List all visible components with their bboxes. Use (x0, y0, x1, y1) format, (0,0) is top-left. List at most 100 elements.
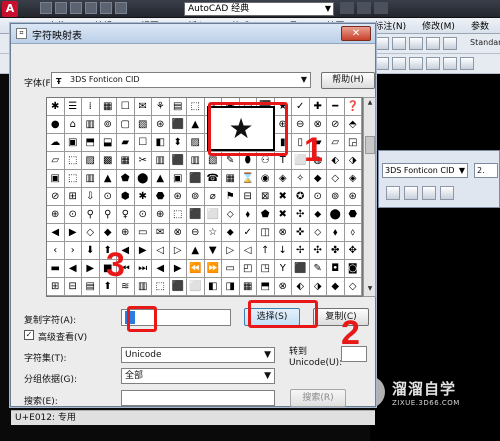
toolbar-button-icon[interactable] (392, 37, 406, 50)
glyph-cell[interactable]: ⬛ (169, 116, 187, 134)
glyph-cell[interactable]: ⊗ (274, 224, 292, 242)
glyph-cell[interactable]: ▲ (99, 170, 117, 188)
glyph-cell[interactable]: Y (274, 260, 292, 278)
glyph-cell[interactable]: ⏩ (204, 260, 222, 278)
glyph-cell[interactable]: ▥ (82, 116, 100, 134)
glyph-cell[interactable]: ⊚ (327, 188, 345, 206)
glyph-cell[interactable]: ▦ (117, 152, 135, 170)
glyph-cell[interactable]: ⬛ (292, 260, 310, 278)
glyph-cell[interactable]: ⬖ (292, 278, 310, 296)
glyph-cell[interactable]: ✓ (292, 98, 310, 116)
glyph-cell[interactable]: ▦ (222, 170, 240, 188)
glyph-cell[interactable]: ▣ (47, 170, 65, 188)
glyph-cell[interactable]: ⬨ (344, 224, 362, 242)
glyph-cell[interactable]: ⬛ (169, 278, 187, 296)
glyph-cell[interactable]: ⊙ (134, 206, 152, 224)
glyph-cell[interactable]: ▶ (82, 260, 100, 278)
glyph-cell[interactable]: ⬛ (187, 170, 205, 188)
glyph-cell[interactable]: ⊕ (47, 206, 65, 224)
glyph-cell[interactable]: ▥ (82, 170, 100, 188)
glyph-cell[interactable]: ⊛ (344, 188, 362, 206)
glyph-cell[interactable]: ◇ (82, 224, 100, 242)
glyph-cell[interactable]: ⬚ (187, 98, 205, 116)
align-center-icon[interactable] (404, 186, 418, 200)
toolbar-button-icon[interactable] (443, 57, 457, 70)
glyph-cell[interactable]: ◆ (309, 170, 327, 188)
glyph-cell[interactable]: ◀ (47, 224, 65, 242)
glyph-cell[interactable]: ⬍ (169, 134, 187, 152)
list-icon[interactable] (422, 186, 436, 200)
glyph-cell[interactable]: ▬ (47, 260, 65, 278)
glyph-cell[interactable]: ⊛ (169, 188, 187, 206)
glyph-cell[interactable]: ⬟ (257, 206, 275, 224)
glyph-cell[interactable]: ⬤ (134, 170, 152, 188)
glyph-cell[interactable]: ▦ (99, 98, 117, 116)
glyph-cell[interactable]: ▼ (204, 242, 222, 260)
glyph-cell[interactable]: ⊞ (47, 278, 65, 296)
workspace-select[interactable]: AutoCAD 经典 ▼ (184, 2, 334, 16)
autocad-logo-icon[interactable]: A (2, 1, 18, 17)
glyph-cell[interactable]: ✥ (344, 242, 362, 260)
glyph-cell[interactable]: ▷ (169, 242, 187, 260)
glyph-cell[interactable]: ◈ (274, 170, 292, 188)
glyph-cell[interactable]: ⬗ (344, 152, 362, 170)
glyph-cell[interactable]: ⬚ (152, 278, 170, 296)
glyph-cell[interactable]: ▲ (152, 170, 170, 188)
menu-modify[interactable]: 修改(M) (414, 19, 463, 32)
glyph-cell[interactable]: ✱ (47, 98, 65, 116)
new-file-icon[interactable] (40, 2, 52, 14)
glyph-cell[interactable]: ◉ (257, 170, 275, 188)
glyph-cell[interactable]: ⚲ (99, 206, 117, 224)
plot-icon[interactable] (115, 2, 127, 14)
open-file-icon[interactable] (55, 2, 67, 14)
glyph-cell[interactable]: ▩ (99, 152, 117, 170)
glyph-cell[interactable]: ◀ (64, 260, 82, 278)
glyph-cell[interactable]: ✖ (274, 188, 292, 206)
glyph-cell[interactable]: ◈ (344, 170, 362, 188)
glyph-cell[interactable]: ⚲ (82, 206, 100, 224)
charset-select[interactable]: Unicode ▼ (121, 347, 275, 363)
glyph-cell[interactable]: ♀ (117, 206, 135, 224)
glyph-cell[interactable]: ⬟ (117, 170, 135, 188)
glyph-cell[interactable]: ⬦ (222, 206, 240, 224)
glyph-cell[interactable]: ▣ (169, 170, 187, 188)
glyph-cell[interactable]: ☁ (47, 134, 65, 152)
glyph-cell[interactable]: ▭ (134, 224, 152, 242)
glyph-cell[interactable]: ⬧ (239, 206, 257, 224)
glyph-cell[interactable]: ⬇ (82, 242, 100, 260)
glyph-cell[interactable]: ⏪ (187, 260, 205, 278)
glyph-cell[interactable]: ⬥ (222, 224, 240, 242)
glyph-cell[interactable]: ▧ (134, 116, 152, 134)
glyph-cell[interactable]: ▤ (169, 98, 187, 116)
glyph-cell[interactable]: ◇ (344, 278, 362, 296)
toolbar-button-icon[interactable] (426, 57, 440, 70)
glyph-cell[interactable]: ▨ (187, 134, 205, 152)
glyph-cell[interactable]: ⬚ (64, 170, 82, 188)
glyph-cell[interactable]: ✪ (292, 188, 310, 206)
toolbar-button-icon[interactable] (409, 37, 423, 50)
toolbar-button-icon[interactable] (375, 57, 389, 70)
toolbar-button-icon[interactable] (375, 37, 389, 50)
glyph-cell[interactable]: ⬛ (187, 206, 205, 224)
glyph-cell[interactable]: ⬚ (169, 206, 187, 224)
glyph-cell[interactable]: ⊚ (187, 188, 205, 206)
glyph-cell[interactable]: ⊟ (239, 188, 257, 206)
glyph-cell[interactable]: ✜ (292, 224, 310, 242)
glyph-cell[interactable]: ⊛ (152, 116, 170, 134)
glyph-cell[interactable]: ✣ (292, 206, 310, 224)
glyph-cell[interactable]: ❓ (344, 98, 362, 116)
glyph-cell[interactable]: ⊟ (64, 278, 82, 296)
glyph-cell[interactable]: ⊕ (152, 206, 170, 224)
glyph-cell[interactable]: ◳ (257, 260, 275, 278)
glyph-cell[interactable]: › (64, 242, 82, 260)
glyph-cell[interactable]: ⬜ (204, 206, 222, 224)
glyph-cell[interactable]: ◇ (327, 170, 345, 188)
glyph-cell[interactable]: ⊖ (187, 224, 205, 242)
glyph-cell[interactable]: ⊕ (117, 224, 135, 242)
save-icon[interactable] (70, 2, 82, 14)
glyph-cell[interactable]: ‹ (47, 242, 65, 260)
glyph-cell[interactable]: ◧ (204, 278, 222, 296)
glyph-cell[interactable]: ↓ (274, 242, 292, 260)
glyph-cell[interactable]: ◨ (222, 278, 240, 296)
glyph-cell[interactable]: ⬒ (257, 278, 275, 296)
